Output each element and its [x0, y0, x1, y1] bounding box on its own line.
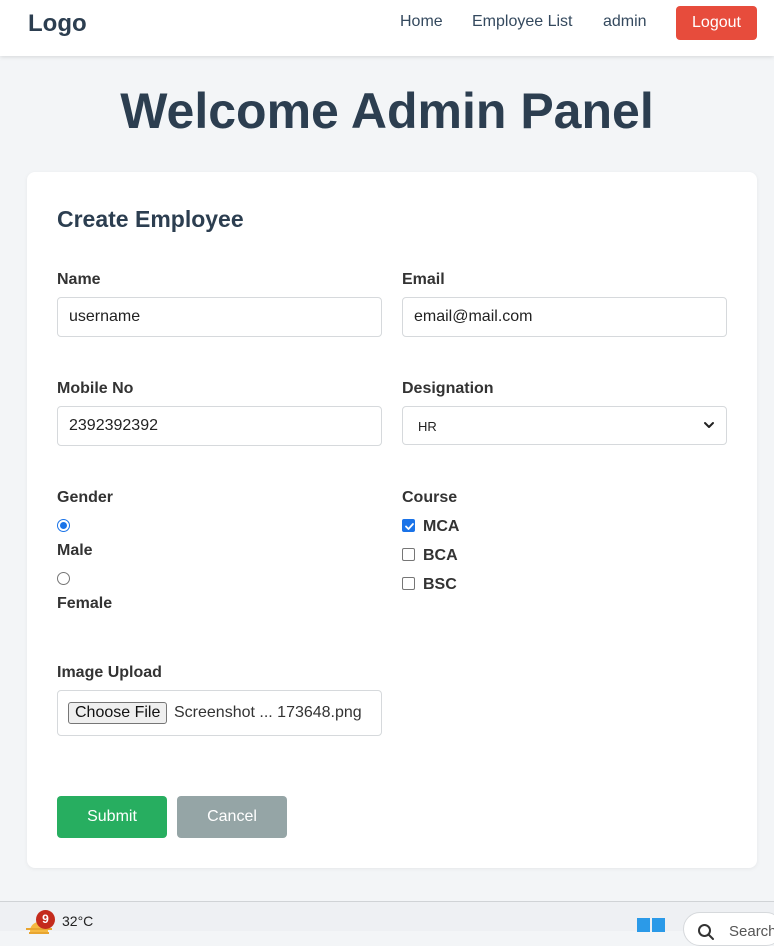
course-option-bca: BCA [423, 547, 458, 564]
course-checkbox-bsc[interactable] [402, 577, 415, 590]
taskbar-search[interactable]: Search [683, 912, 774, 946]
course-option-mca: MCA [423, 518, 460, 535]
course-label: Course [402, 489, 458, 506]
nav-link-employee-list[interactable]: Employee List [472, 13, 573, 31]
name-input[interactable] [57, 297, 382, 337]
course-checkbox-bca[interactable] [402, 548, 415, 561]
gender-option-male: Male [57, 542, 93, 559]
email-input[interactable] [402, 297, 727, 337]
course-checkbox-mca[interactable] [402, 519, 415, 532]
gender-radio-female[interactable] [57, 572, 70, 585]
gender-label: Gender [57, 489, 114, 506]
cancel-button[interactable]: Cancel [177, 796, 287, 838]
notification-badge: 9 [36, 910, 55, 929]
designation-selected-value: HR [418, 419, 437, 434]
temperature-readout: 32°C [62, 913, 94, 929]
nav-link-admin[interactable]: admin [603, 13, 647, 31]
designation-select[interactable]: HR [402, 406, 727, 445]
nav-link-home[interactable]: Home [400, 13, 443, 31]
gender-option-female: Female [57, 595, 113, 612]
navbar: Logo Home Employee List admin Logout [0, 0, 774, 56]
check-icon [405, 523, 414, 530]
submit-button[interactable]: Submit [57, 796, 167, 838]
email-label: Email [402, 271, 445, 288]
image-upload-label: Image Upload [57, 664, 162, 681]
image-upload-field: Choose File Screenshot ... 173648.png [57, 690, 382, 736]
page-title: Welcome Admin Panel [120, 83, 654, 139]
logo[interactable]: Logo [28, 10, 87, 38]
taskbar: 9 32°C Search [0, 901, 774, 946]
course-option-bsc: BSC [423, 576, 457, 593]
search-placeholder: Search [729, 923, 774, 940]
selected-file-name: Screenshot ... 173648.png [174, 704, 362, 721]
name-label: Name [57, 271, 101, 288]
form-title: Create Employee [57, 206, 244, 232]
create-employee-card: Create Employee Name Email Mobile No Des… [27, 172, 757, 868]
gender-radio-male[interactable] [57, 519, 70, 532]
designation-label: Designation [402, 380, 494, 397]
choose-file-button[interactable]: Choose File [68, 702, 168, 724]
logout-button[interactable]: Logout [676, 6, 757, 40]
mobile-input[interactable] [57, 406, 382, 446]
windows-start-icon[interactable] [637, 918, 665, 932]
mobile-label: Mobile No [57, 380, 134, 397]
search-icon [698, 924, 714, 940]
chevron-down-icon [704, 422, 714, 428]
